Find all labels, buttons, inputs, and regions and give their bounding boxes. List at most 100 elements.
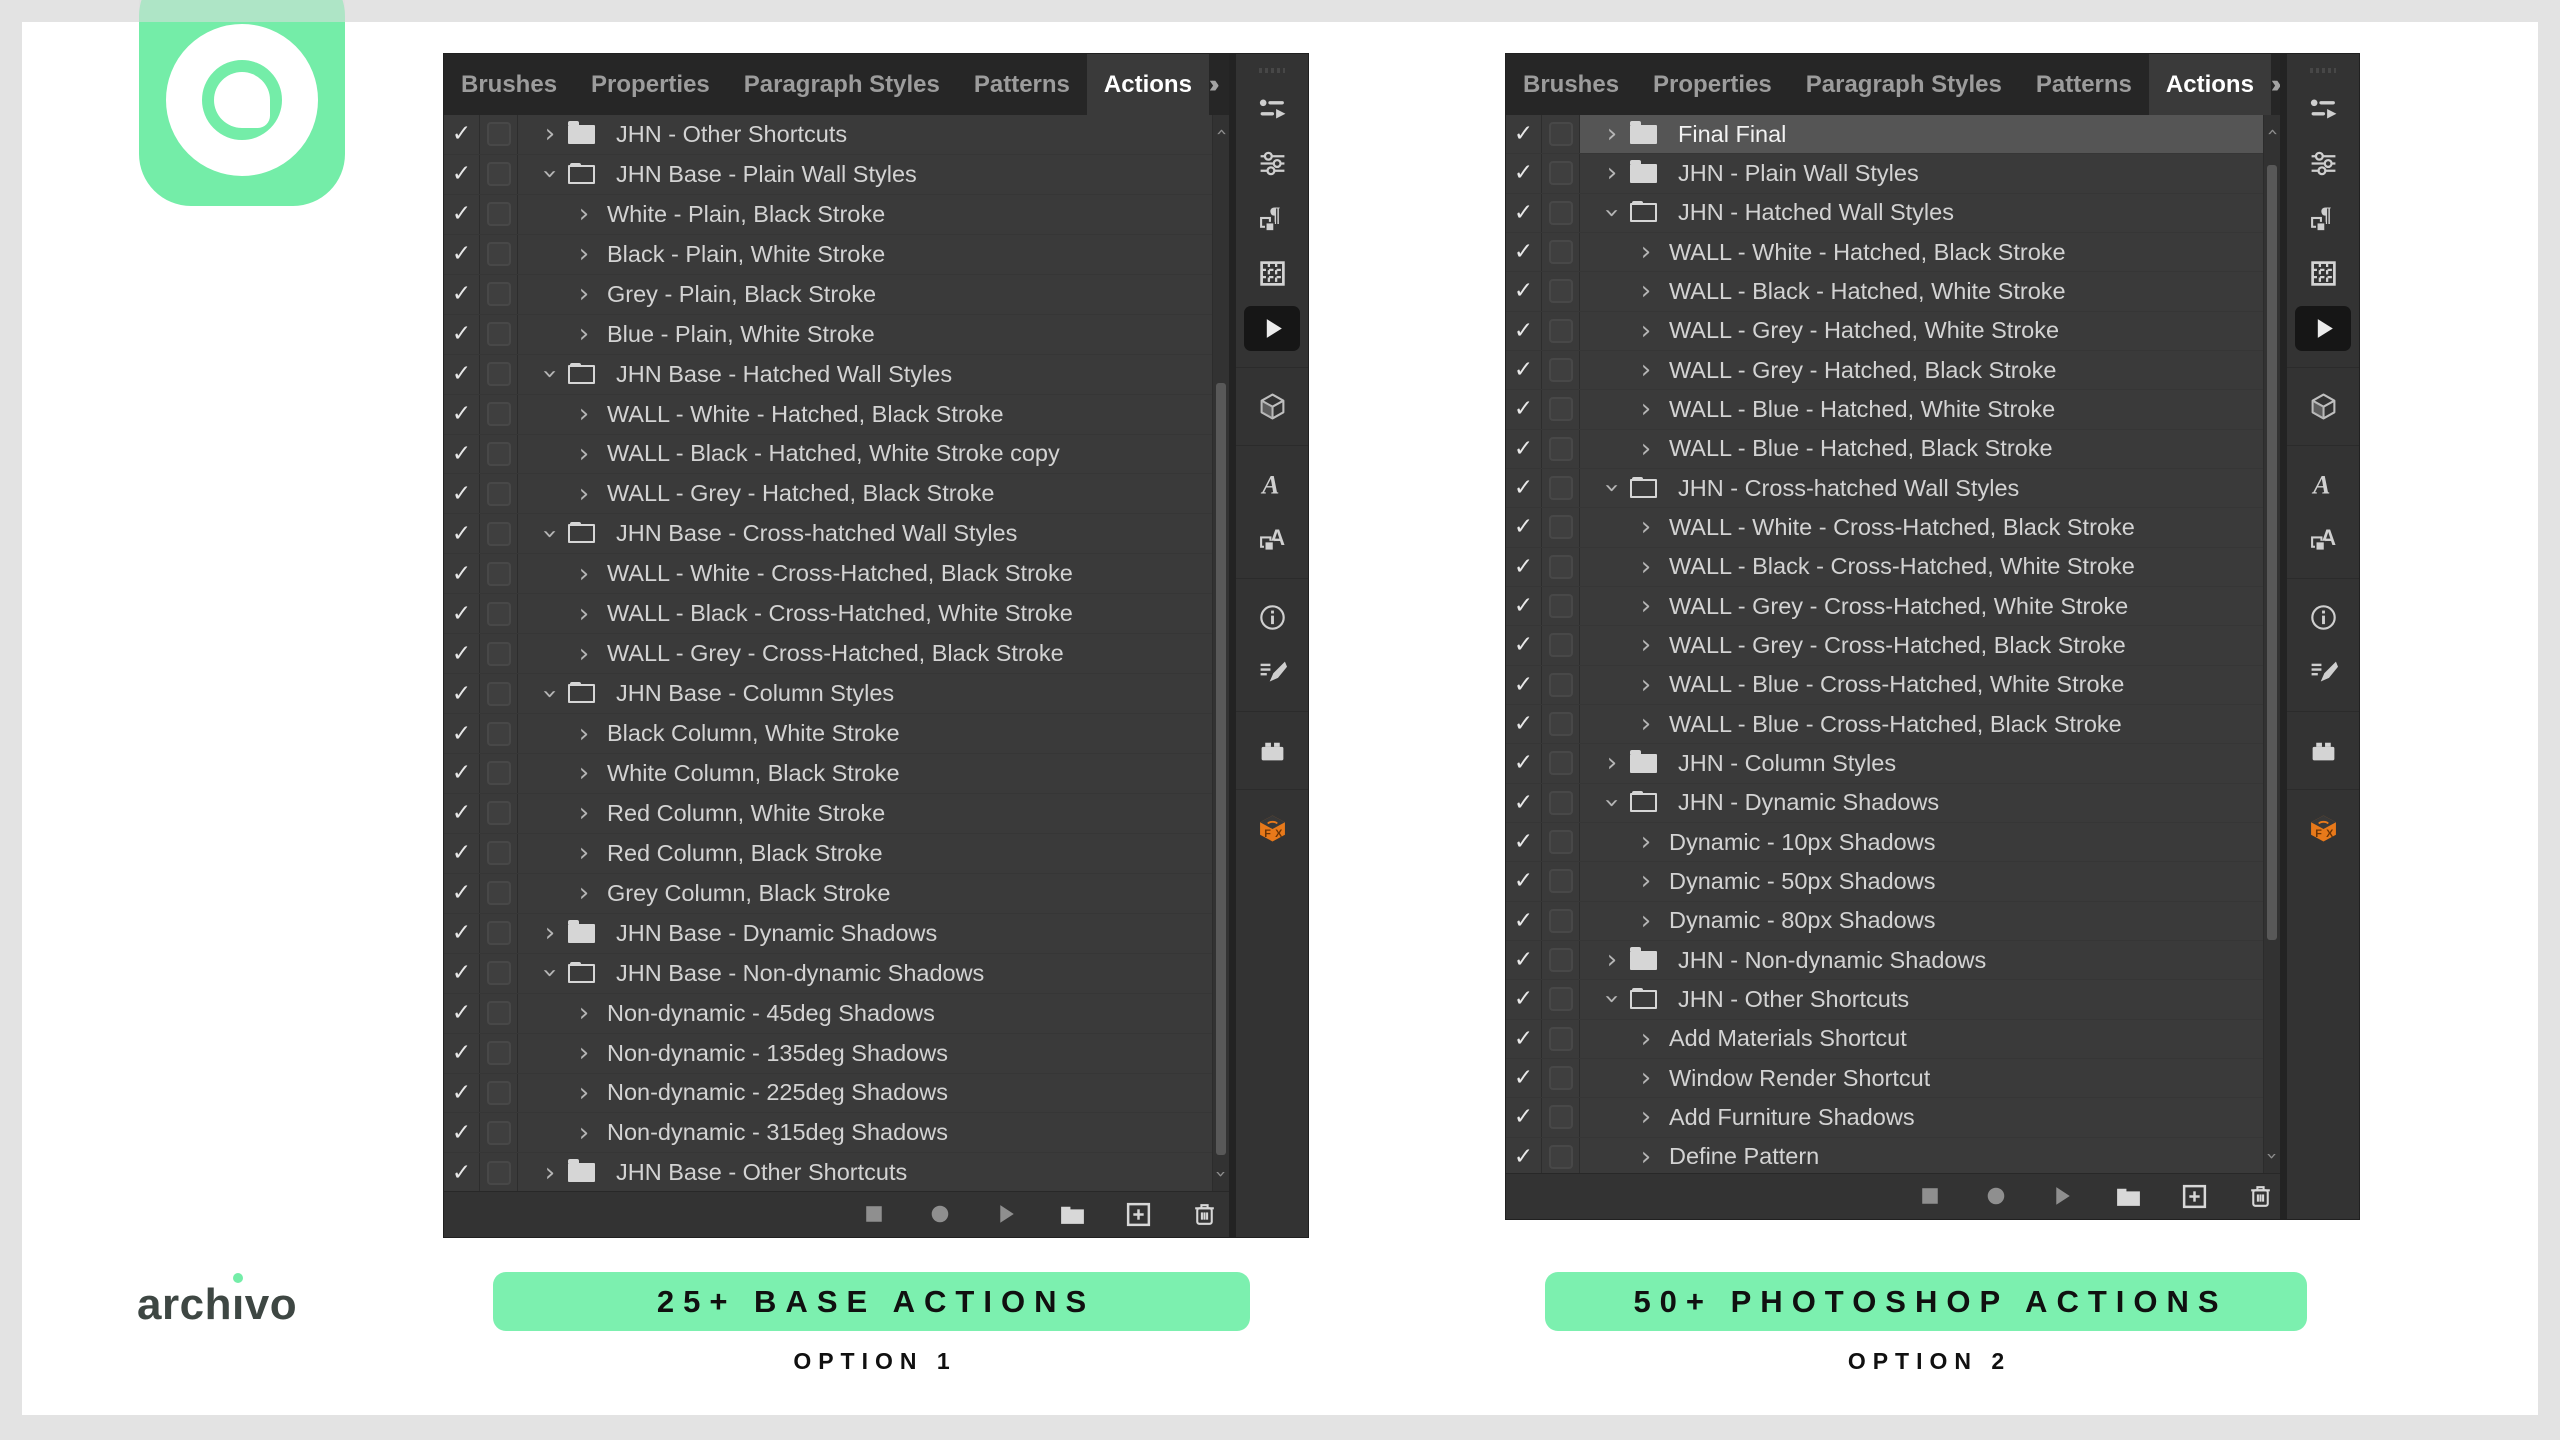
tab-overflow-icon[interactable]: ››: [1209, 70, 1220, 99]
action-row[interactable]: ✓ › WALL - Black - Cross-Hatched, White …: [1506, 547, 2263, 587]
dialog-toggle[interactable]: [1542, 508, 1580, 547]
dialog-toggle[interactable]: [480, 674, 518, 714]
row-content[interactable]: › JHN Base - Column Styles: [518, 674, 1212, 713]
row-content[interactable]: › WALL - White - Hatched, Black Stroke: [1580, 233, 2263, 271]
row-content[interactable]: › Red Column, Black Stroke: [518, 834, 1212, 873]
toolstrip-character-styles-icon[interactable]: A: [2287, 512, 2359, 567]
include-checkbox[interactable]: ✓: [444, 953, 480, 993]
toolstrip-brush-settings-icon[interactable]: [2287, 645, 2359, 700]
row-content[interactable]: › Red Column, White Stroke: [518, 794, 1212, 833]
expand-arrow-icon[interactable]: ›: [1638, 514, 1654, 540]
row-content[interactable]: › Black Column, White Stroke: [518, 714, 1212, 753]
toolstrip-actions-icon[interactable]: [2287, 301, 2359, 356]
action-row[interactable]: ✓ › Non-dynamic - 45deg Shadows: [444, 993, 1212, 1034]
scrollbar-thumb[interactable]: [1216, 383, 1226, 1155]
action-row[interactable]: ✓ › Window Render Shortcut: [1506, 1058, 2263, 1099]
dialog-toggle[interactable]: [480, 993, 518, 1033]
row-content[interactable]: › Non-dynamic - 45deg Shadows: [518, 994, 1212, 1033]
row-content[interactable]: › Add Furniture Shadows: [1580, 1098, 2263, 1136]
stop-button[interactable]: [860, 1200, 889, 1229]
expand-arrow-icon[interactable]: ›: [576, 1040, 592, 1066]
include-checkbox[interactable]: ✓: [1506, 1137, 1542, 1173]
include-checkbox[interactable]: ✓: [1506, 940, 1542, 980]
include-checkbox[interactable]: ✓: [1506, 1098, 1542, 1137]
include-checkbox[interactable]: ✓: [444, 274, 480, 314]
dialog-toggle[interactable]: [480, 953, 518, 993]
action-row[interactable]: ✓ › Blue - Plain, White Stroke: [444, 314, 1212, 355]
row-content[interactable]: › JHN - Column Styles: [1580, 744, 2263, 782]
toolstrip-brushes-icon[interactable]: [2287, 81, 2359, 136]
dialog-toggle[interactable]: [1542, 704, 1580, 744]
include-checkbox[interactable]: ✓: [1506, 390, 1542, 429]
action-row[interactable]: ✓ › WALL - Black - Hatched, White Stroke…: [444, 434, 1212, 475]
include-checkbox[interactable]: ✓: [444, 1113, 480, 1153]
action-set-row[interactable]: ✓ › JHN - Cross-hatched Wall Styles: [1506, 468, 2263, 509]
tab-paragraph-styles[interactable]: Paragraph Styles: [1789, 54, 2019, 115]
dialog-toggle[interactable]: [1542, 468, 1580, 508]
include-checkbox[interactable]: ✓: [1506, 193, 1542, 232]
toolstrip-paragraph-styles-icon[interactable]: ¶: [1236, 191, 1308, 246]
include-checkbox[interactable]: ✓: [444, 1073, 480, 1113]
action-row[interactable]: ✓ › White - Plain, Black Stroke: [444, 194, 1212, 235]
expand-arrow-icon[interactable]: ›: [576, 760, 592, 786]
expand-arrow-icon[interactable]: ›: [576, 481, 592, 507]
include-checkbox[interactable]: ✓: [444, 634, 480, 674]
action-set-row[interactable]: ✓ › JHN Base - Plain Wall Styles: [444, 154, 1212, 195]
row-content[interactable]: › JHN - Other Shortcuts: [1580, 980, 2263, 1018]
scroll-up-icon[interactable]: ›: [2261, 124, 2280, 140]
row-content[interactable]: › JHN - Dynamic Shadows: [1580, 784, 2263, 822]
row-content[interactable]: › WALL - Grey - Hatched, White Stroke: [1580, 312, 2263, 350]
dialog-toggle[interactable]: [1542, 311, 1580, 350]
dialog-toggle[interactable]: [1542, 744, 1580, 783]
include-checkbox[interactable]: ✓: [444, 833, 480, 873]
dialog-toggle[interactable]: [1542, 665, 1580, 704]
toolstrip-properties-icon[interactable]: [2287, 136, 2359, 191]
tab-brushes[interactable]: Brushes: [444, 54, 574, 115]
expand-arrow-icon[interactable]: ›: [1638, 396, 1654, 422]
dialog-toggle[interactable]: [1542, 1058, 1580, 1098]
expand-arrow-icon[interactable]: ›: [576, 721, 592, 747]
include-checkbox[interactable]: ✓: [1506, 665, 1542, 704]
dialog-toggle[interactable]: [1542, 862, 1580, 901]
toolstrip-brushes-icon[interactable]: [1236, 81, 1308, 136]
dialog-toggle[interactable]: [1542, 980, 1580, 1019]
row-content[interactable]: › JHN Base - Dynamic Shadows: [518, 914, 1212, 953]
delete-button[interactable]: [2246, 1182, 2275, 1211]
collapse-arrow-icon[interactable]: ›: [535, 366, 565, 382]
action-row[interactable]: ✓ › WALL - White - Hatched, Black Stroke: [444, 394, 1212, 435]
row-content[interactable]: › WALL - Grey - Hatched, Black Stroke: [518, 474, 1212, 513]
include-checkbox[interactable]: ✓: [444, 234, 480, 274]
include-checkbox[interactable]: ✓: [444, 1033, 480, 1073]
action-row[interactable]: ✓ › White Column, Black Stroke: [444, 754, 1212, 794]
include-checkbox[interactable]: ✓: [444, 674, 480, 714]
base-actions-button[interactable]: 25+ BASE ACTIONS: [493, 1272, 1250, 1331]
expand-arrow-icon[interactable]: ›: [1638, 908, 1654, 934]
include-checkbox[interactable]: ✓: [1506, 429, 1542, 468]
dialog-toggle[interactable]: [480, 354, 518, 394]
include-checkbox[interactable]: ✓: [444, 194, 480, 234]
include-checkbox[interactable]: ✓: [444, 514, 480, 554]
dialog-toggle[interactable]: [480, 394, 518, 434]
row-content[interactable]: › WALL - Black - Cross-Hatched, White St…: [1580, 548, 2263, 586]
include-checkbox[interactable]: ✓: [1506, 1019, 1542, 1058]
include-checkbox[interactable]: ✓: [444, 554, 480, 594]
tab-brushes[interactable]: Brushes: [1506, 54, 1636, 115]
include-checkbox[interactable]: ✓: [444, 154, 480, 194]
toolstrip-info-icon[interactable]: [1236, 590, 1308, 645]
expand-arrow-icon[interactable]: ›: [542, 121, 558, 147]
dialog-toggle[interactable]: [480, 913, 518, 953]
action-row[interactable]: ✓ › WALL - Grey - Cross-Hatched, Black S…: [1506, 626, 2263, 666]
row-content[interactable]: › JHN - Cross-hatched Wall Styles: [1580, 469, 2263, 507]
row-content[interactable]: › JHN Base - Non-dynamic Shadows: [518, 954, 1212, 993]
include-checkbox[interactable]: ✓: [1506, 980, 1542, 1019]
expand-arrow-icon[interactable]: ›: [1638, 672, 1654, 698]
action-set-row[interactable]: ✓ › JHN - Other Shortcuts: [444, 115, 1212, 155]
action-row[interactable]: ✓ › Add Materials Shortcut: [1506, 1019, 2263, 1059]
action-row[interactable]: ✓ › WALL - Grey - Cross-Hatched, Black S…: [444, 634, 1212, 675]
include-checkbox[interactable]: ✓: [444, 474, 480, 514]
stop-button[interactable]: [1916, 1182, 1945, 1211]
row-content[interactable]: › Add Materials Shortcut: [1580, 1020, 2263, 1058]
new-folder-button[interactable]: [1058, 1200, 1087, 1229]
collapse-arrow-icon[interactable]: ›: [535, 686, 565, 702]
expand-arrow-icon[interactable]: ›: [1638, 829, 1654, 855]
